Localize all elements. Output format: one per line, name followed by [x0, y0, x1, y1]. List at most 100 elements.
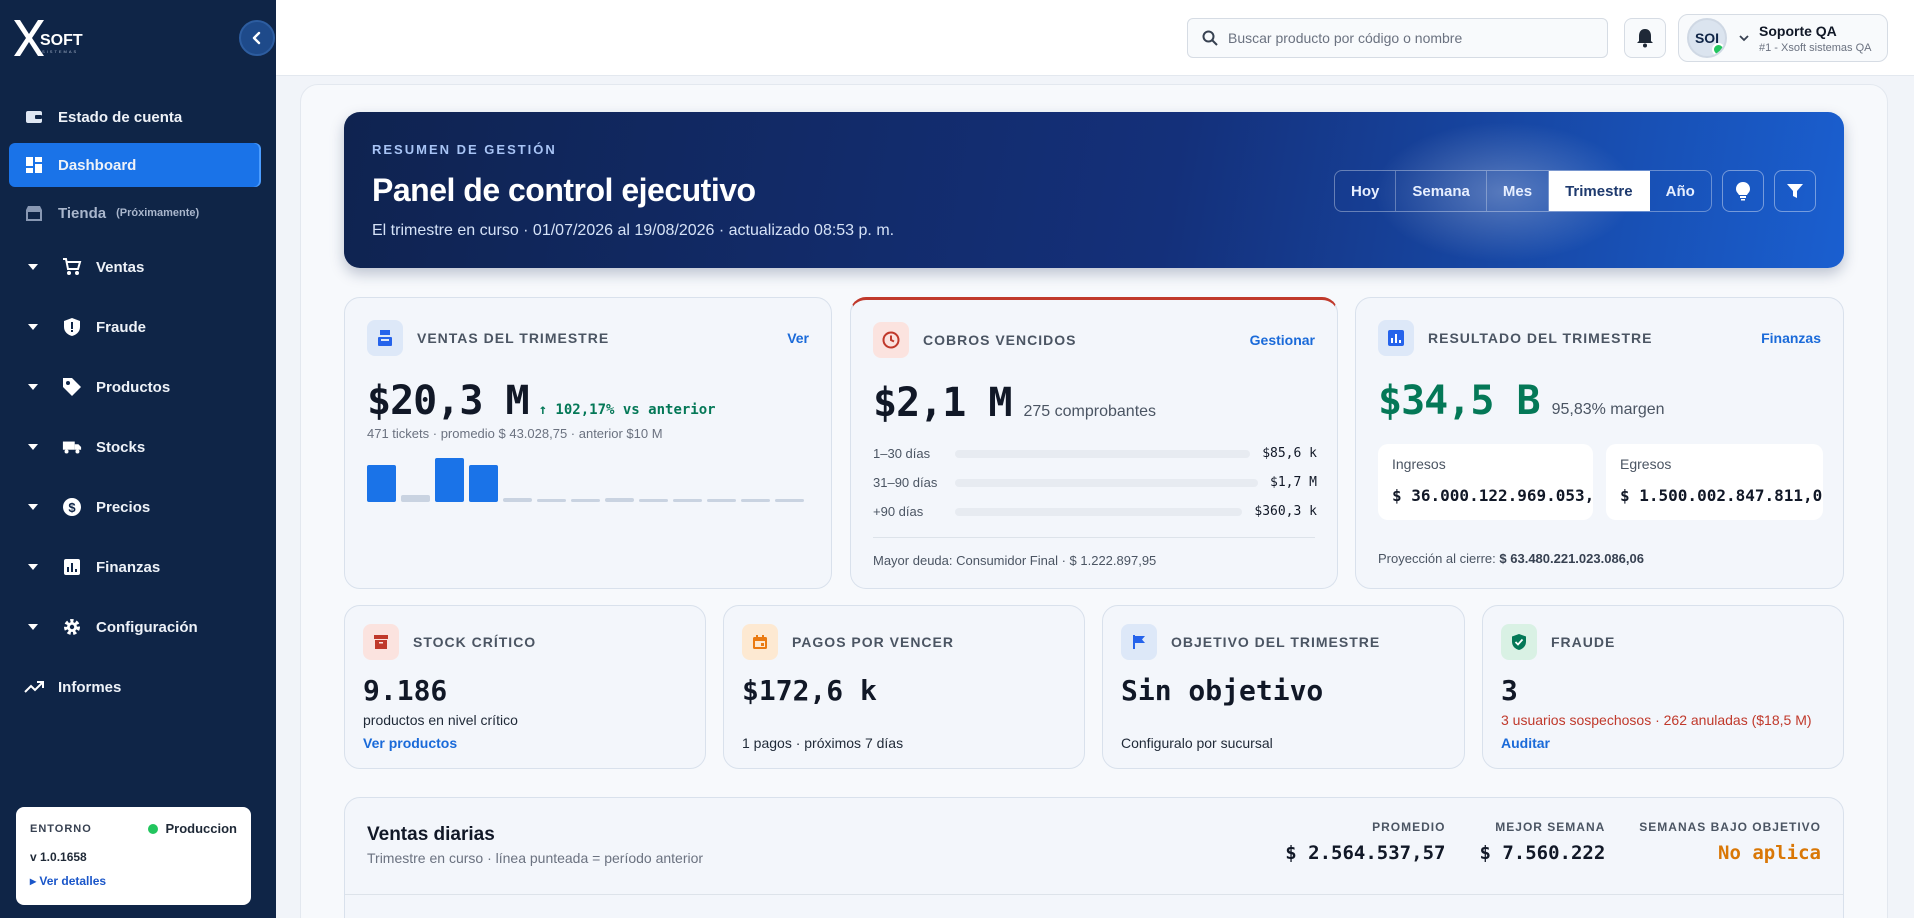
- sales-bar: [673, 499, 702, 502]
- sales-bar: [469, 465, 498, 502]
- daily-sales-card: Ventas diarias Trimestre en curso · líne…: [344, 797, 1844, 918]
- coming-soon-tag: (Próximamente): [116, 207, 200, 219]
- divider: [873, 537, 1315, 538]
- stat-average: PROMEDIO $ 2.564.537,57: [1285, 820, 1446, 864]
- caret-down-icon: [28, 444, 40, 450]
- sidebar-item-precios[interactable]: $ Precios: [0, 479, 276, 535]
- sidebar-item-label: Stocks: [96, 438, 146, 456]
- sales-bar: [367, 465, 396, 502]
- sidebar-item-configuracion[interactable]: Configuración: [0, 599, 276, 655]
- stat-best-week: MEJOR SEMANA $ 7.560.222: [1479, 820, 1606, 864]
- store-icon: [24, 203, 44, 223]
- overdue-count: 275 comprobantes: [1023, 403, 1157, 420]
- topbar: SOI Soporte QA #1 - Xsoft sistemas QA: [276, 0, 1914, 76]
- period-ano[interactable]: Año: [1650, 171, 1711, 211]
- sidebar-item-label: Precios: [96, 498, 151, 516]
- filter-icon: [1787, 184, 1803, 198]
- card-title: STOCK CRÍTICO: [413, 634, 537, 650]
- collapse-sidebar-button[interactable]: [239, 20, 275, 56]
- sidebar-item-estado-de-cuenta[interactable]: Estado de cuenta: [0, 95, 276, 139]
- period-semana[interactable]: Semana: [1396, 171, 1487, 211]
- truck-icon: [62, 437, 82, 457]
- search-input[interactable]: [1228, 30, 1588, 46]
- search-icon: [1202, 30, 1218, 46]
- lightbulb-icon: [1736, 182, 1750, 201]
- daily-sales-title: Ventas diarias: [367, 824, 495, 845]
- hero-subtitle: El trimestre en curso · 01/07/2026 al 19…: [372, 222, 895, 239]
- sales-bar: [639, 499, 668, 502]
- sidebar-item-dashboard[interactable]: Dashboard: [9, 143, 259, 187]
- caret-down-icon: [28, 564, 40, 570]
- bell-icon: [1637, 29, 1653, 48]
- sidebar-item-label: Ventas: [96, 258, 145, 276]
- version-text: v 1.0.1658: [30, 850, 87, 864]
- sidebar-item-label: Fraude: [96, 318, 147, 336]
- cart-icon: [62, 257, 82, 277]
- sidebar-item-label: Productos: [96, 378, 171, 396]
- user-company: #1 - Xsoft sistemas QA: [1759, 41, 1872, 54]
- insights-button[interactable]: [1722, 170, 1764, 212]
- view-details-link[interactable]: ▸ Ver detalles: [30, 874, 237, 888]
- audit-link[interactable]: Auditar: [1501, 735, 1550, 751]
- sidebar-item-label: Estado de cuenta: [58, 108, 183, 126]
- expense-label: Egresos: [1620, 456, 1672, 472]
- view-sales-link[interactable]: Ver: [787, 330, 809, 346]
- caret-down-icon: [28, 324, 40, 330]
- critical-stock-card: STOCK CRÍTICO 9.186 productos en nivel c…: [344, 605, 706, 769]
- card-title: RESULTADO DEL TRIMESTRE: [1428, 330, 1653, 346]
- aging-row: 1–30 días $85,6 k: [873, 446, 1317, 461]
- sales-delta: ↑ 102,17% vs anterior: [538, 402, 716, 418]
- period-hoy[interactable]: Hoy: [1335, 171, 1397, 211]
- overdue-value: $2,1 M: [873, 380, 1012, 426]
- user-name: Soporte QA: [1759, 22, 1837, 39]
- notifications-button[interactable]: [1624, 18, 1666, 58]
- card-title: VENTAS DEL TRIMESTRE: [417, 330, 610, 346]
- bar-chart-icon: [1378, 320, 1414, 356]
- dashboard-icon: [24, 155, 44, 175]
- period-selector: Hoy Semana Mes Trimestre Año: [1334, 170, 1712, 212]
- sidebar-item-productos[interactable]: Productos: [0, 359, 276, 415]
- tag-icon: [62, 377, 82, 397]
- sidebar-item-informes[interactable]: Informes: [0, 659, 276, 715]
- sales-bar: [741, 499, 770, 502]
- search-box[interactable]: [1187, 18, 1608, 58]
- shield-check-icon: [1501, 624, 1537, 660]
- largest-debt: Mayor deuda: Consumidor Final · $ 1.222.…: [873, 553, 1157, 568]
- expense-value: $ 1.500.002.847.811,01: [1620, 486, 1823, 505]
- view-products-link[interactable]: Ver productos: [363, 735, 457, 751]
- flag-icon: [1121, 624, 1157, 660]
- sidebar-item-tienda[interactable]: Tienda (Próximamente): [0, 191, 276, 235]
- user-menu[interactable]: SOI Soporte QA #1 - Xsoft sistemas QA: [1678, 14, 1888, 62]
- sales-bar: [775, 499, 804, 502]
- sales-bar: [537, 499, 566, 502]
- xsoft-logo[interactable]: SOFT SISTEMAS: [12, 18, 102, 58]
- upcoming-payments-card: PAGOS POR VENCER $172,6 k 1 pagos · próx…: [723, 605, 1085, 769]
- hero-banner: RESUMEN DE GESTIÓN Panel de control ejec…: [344, 112, 1844, 268]
- expense-box: Egresos $ 1.500.002.847.811,01: [1606, 444, 1823, 520]
- chevron-left-icon: [252, 31, 261, 45]
- sidebar-item-finanzas[interactable]: Finanzas: [0, 539, 276, 595]
- period-mes[interactable]: Mes: [1487, 171, 1550, 211]
- caret-down-icon: [28, 264, 40, 270]
- daily-sales-subtitle: Trimestre en curso · línea punteada = pe…: [367, 850, 704, 866]
- avatar: SOI: [1687, 18, 1727, 58]
- quarter-goal-value: Sin objetivo: [1121, 674, 1324, 707]
- calendar-icon: [742, 624, 778, 660]
- sales-bar: [503, 498, 532, 502]
- svg-text:SOFT: SOFT: [40, 32, 83, 49]
- filter-button[interactable]: [1774, 170, 1816, 212]
- overdue-card: COBROS VENCIDOS Gestionar $2,1 M 275 com…: [850, 297, 1338, 589]
- manage-overdue-link[interactable]: Gestionar: [1250, 332, 1315, 348]
- period-trimestre[interactable]: Trimestre: [1549, 171, 1650, 211]
- hero-eyebrow: RESUMEN DE GESTIÓN: [372, 142, 557, 157]
- clock-icon: [873, 322, 909, 358]
- status-dot-icon: [148, 823, 159, 834]
- finance-link[interactable]: Finanzas: [1761, 330, 1821, 346]
- sidebar-item-stocks[interactable]: Stocks: [0, 419, 276, 475]
- fraud-desc: 3 usuarios sospechosos · 262 anuladas ($…: [1501, 712, 1812, 728]
- upcoming-payments-value: $172,6 k: [742, 674, 877, 707]
- quarter-goal-card: OBJETIVO DEL TRIMESTRE Sin objetivo Conf…: [1102, 605, 1465, 769]
- sidebar-item-ventas[interactable]: Ventas: [0, 239, 276, 295]
- sidebar-item-fraude[interactable]: Fraude: [0, 299, 276, 355]
- online-status-icon: [1712, 43, 1725, 56]
